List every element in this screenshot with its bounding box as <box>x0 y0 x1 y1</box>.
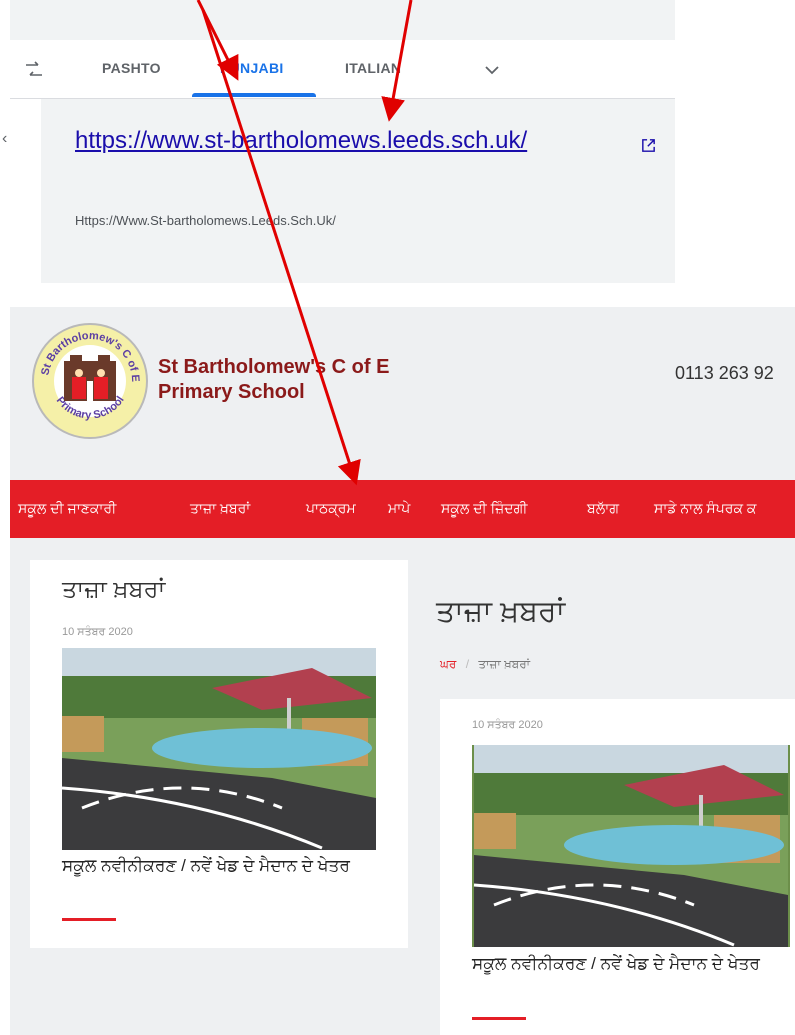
school-name[interactable]: St Bartholomew's C of E Primary School <box>158 355 389 405</box>
news-post-card: 10 ਸਤੰਬਰ 2020 ਸਕੂਲ ਨਵੀਨੀਕਰਣ / ਨਵੇਂ ਖੇਡ ਦ… <box>440 699 795 1035</box>
translate-top-bar <box>10 0 675 40</box>
active-tab-indicator <box>192 93 316 97</box>
tab-pashto[interactable]: PASHTO <box>102 60 161 76</box>
school-website: St Bartholomew's C of E Primary School S… <box>10 307 795 1035</box>
tab-italian[interactable]: ITALIAN <box>345 60 401 76</box>
sidebar-post-date: 10 ਸਤੰਬਰ 2020 <box>62 626 133 638</box>
page-title: ਤਾਜ਼ਾ ਖ਼ਬਰਾਂ <box>436 595 566 628</box>
sidebar-card-title: ਤਾਜ਼ਾ ਖ਼ਬਰਾਂ <box>62 576 166 603</box>
breadcrumb: ਘਰ / ਤਾਜ਼ਾ ਖ਼ਬਰਾਂ <box>440 657 530 672</box>
nav-item-school-info[interactable]: ਸਕੂਲ ਦੀ ਜਾਣਕਾਰੀ <box>18 500 116 517</box>
breadcrumb-home[interactable]: ਘਰ <box>440 657 456 671</box>
nav-item-contact[interactable]: ਸਾਡੇ ਨਾਲ ਸੰਪਰਕ ਕ <box>654 500 756 517</box>
nav-item-curriculum[interactable]: ਪਾਠਕ੍ਰਮ <box>306 500 356 517</box>
breadcrumb-separator: / <box>465 657 470 671</box>
nav-item-blog[interactable]: ਬਲਾੱਗ <box>587 500 619 517</box>
phone-number[interactable]: 0113 263 92 <box>675 363 774 384</box>
nav-item-latest-news[interactable]: ਤਾਜ਼ਾ ਖ਼ਬਰਾਂ <box>190 500 250 517</box>
latest-news-sidebar-card: ਤਾਜ਼ਾ ਖ਼ਬਰਾਂ 10 ਸਤੰਬਰ 2020 ਸਕੂਲ ਨਵੀਨੀਕਰਣ… <box>30 560 408 948</box>
post-caption[interactable]: ਸਕੂਲ ਨਵੀਨੀਕਰਣ / ਨਵੇਂ ਖੇਡ ਦੇ ਮੈਦਾਨ ਦੇ ਖੇਤ… <box>472 954 795 974</box>
playground-photo[interactable] <box>62 648 376 850</box>
school-logo: St Bartholomew's C of E Primary School <box>32 323 148 439</box>
post-date: 10 ਸਤੰਬਰ 2020 <box>472 719 543 731</box>
post-accent <box>472 1017 526 1020</box>
nav-item-parents[interactable]: ਮਾਪੇ <box>388 500 410 517</box>
school-name-line2: Primary School <box>158 381 305 403</box>
chevron-left-icon[interactable]: ‹ <box>2 130 7 148</box>
school-name-line1: St Bartholomew's C of E <box>158 356 390 378</box>
nav-item-school-life[interactable]: ਸਕੂਲ ਦੀ ਜ਼ਿੰਦਗੀ <box>441 500 527 517</box>
sidebar-post-accent <box>62 918 116 921</box>
chevron-down-icon[interactable] <box>480 58 504 82</box>
external-link-icon[interactable] <box>640 137 657 154</box>
translated-link[interactable]: https://www.st-bartholomews.leeds.sch.uk… <box>75 127 527 155</box>
playground-photo-main[interactable] <box>472 745 790 947</box>
swap-icon[interactable] <box>22 58 46 82</box>
main-nav: ਸਕੂਲ ਦੀ ਜਾਣਕਾਰੀ ਤਾਜ਼ਾ ਖ਼ਬਰਾਂ ਪਾਠਕ੍ਰਮ ਮਾਪ… <box>10 480 795 538</box>
tab-punjabi[interactable]: PUNJABI <box>220 60 284 76</box>
result-url-text: Https://Www.St-bartholomews.Leeds.Sch.Uk… <box>75 213 336 228</box>
breadcrumb-current: ਤਾਜ਼ਾ ਖ਼ਬਰਾਂ <box>478 657 531 671</box>
sidebar-post-caption[interactable]: ਸਕੂਲ ਨਵੀਨੀਕਰਣ / ਨਵੇਂ ਖੇਡ ਦੇ ਮੈਦਾਨ ਦੇ ਖੇਤ… <box>62 856 382 876</box>
